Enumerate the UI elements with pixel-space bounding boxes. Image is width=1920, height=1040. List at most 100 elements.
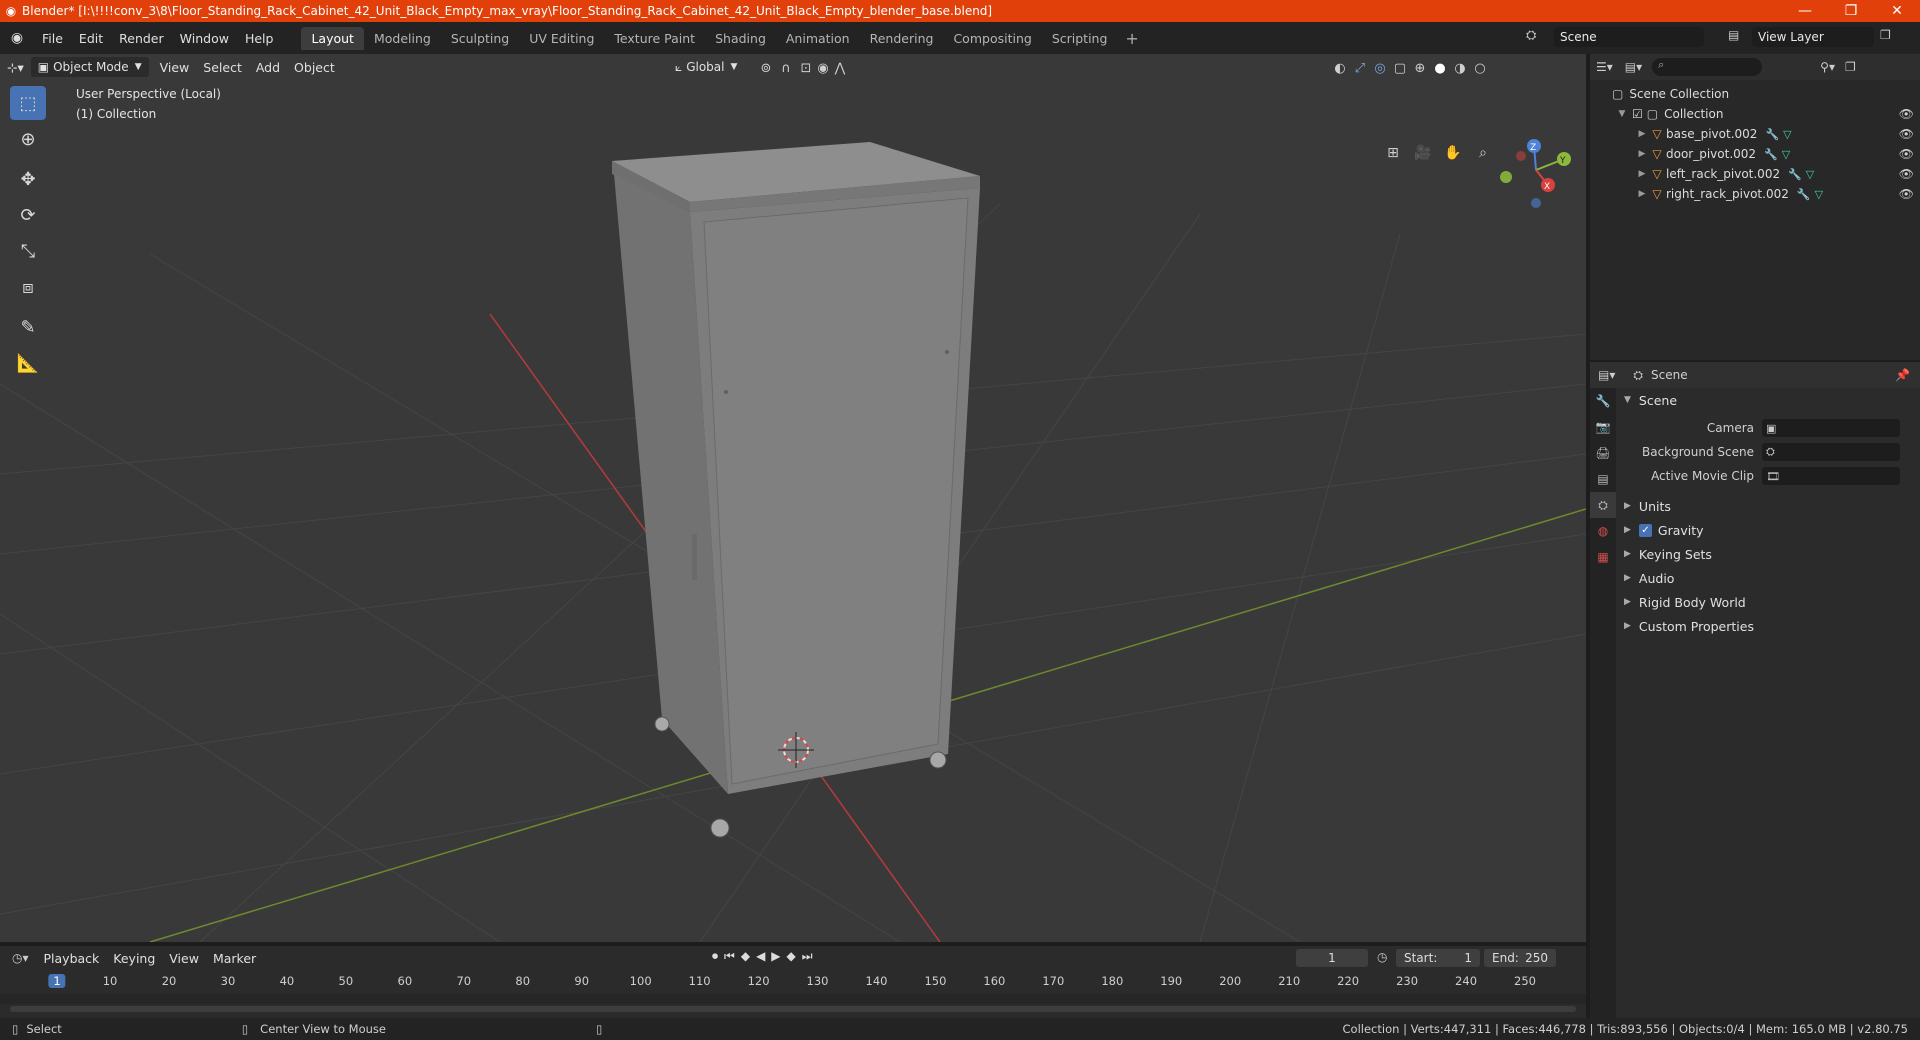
checkbox-icon[interactable]: ☑ — [1632, 107, 1643, 121]
menu-render[interactable]: Render — [111, 31, 172, 46]
zoom-icon[interactable]: ⌕ — [1470, 140, 1496, 166]
minimize-button[interactable]: — — [1782, 3, 1828, 19]
pan-hand-icon[interactable]: ✋ — [1440, 140, 1466, 166]
outliner-object-row[interactable]: ▶ ▽ right_rack_pivot.002 🔧 ▽ 👁 — [1590, 184, 1920, 204]
menu-edit[interactable]: Edit — [71, 31, 111, 46]
menu-add[interactable]: Add — [249, 60, 287, 75]
scene-icon[interactable]: ⛭ — [1526, 28, 1536, 43]
menu-help[interactable]: Help — [237, 31, 282, 46]
scale-tool-icon[interactable]: ⤡ — [10, 234, 46, 268]
active-movie-clip-field[interactable]: 🎞 — [1762, 467, 1900, 485]
current-frame-field[interactable]: 1 — [1296, 949, 1368, 967]
modifier-wrench-icon[interactable]: 🔧 — [1788, 168, 1802, 181]
camera-view-icon[interactable]: 🎥 — [1410, 140, 1436, 166]
tab-sculpting[interactable]: Sculpting — [441, 27, 519, 50]
output-props-tab-icon[interactable]: 🖨 — [1590, 440, 1616, 466]
tab-uv-editing[interactable]: UV Editing — [519, 27, 604, 50]
add-workspace-button[interactable]: + — [1117, 29, 1146, 48]
menu-object[interactable]: Object — [287, 60, 342, 75]
grid-view-icon[interactable]: ⊞ — [1380, 140, 1406, 166]
outliner-scene-collection[interactable]: ▢ Scene Collection — [1590, 84, 1920, 104]
timeline-track[interactable] — [0, 994, 1586, 1004]
timeline-scrollbar[interactable] — [10, 1006, 1576, 1012]
menu-select[interactable]: Select — [196, 60, 249, 75]
gizmo-toggle-icon[interactable]: ⤢ — [1350, 58, 1370, 78]
gravity-checkbox[interactable]: ✓ — [1638, 523, 1652, 537]
material-shading-icon[interactable]: ◑ — [1450, 58, 1470, 78]
cursor-tool-icon[interactable]: ⊕ — [10, 122, 46, 156]
eye-icon[interactable]: 👁 — [1899, 127, 1914, 141]
rendered-shading-icon[interactable]: ○ — [1470, 58, 1490, 78]
tab-shading[interactable]: Shading — [705, 27, 776, 50]
expand-arrow-icon[interactable]: ▶ — [1636, 169, 1648, 179]
mesh-data-icon[interactable]: ▽ — [1783, 128, 1791, 141]
end-frame-field[interactable]: End: 250 — [1484, 949, 1556, 967]
editor-type-icon[interactable]: ⊹▾ — [0, 60, 31, 75]
pin-icon[interactable]: 📌 — [1895, 368, 1910, 382]
wireframe-shading-icon[interactable]: ⊕ — [1410, 58, 1430, 78]
menu-timeline-view[interactable]: View — [162, 951, 206, 966]
solid-shading-icon[interactable]: ● — [1430, 58, 1450, 78]
rigid-body-world-panel[interactable]: ▶ Rigid Body World — [1616, 590, 1920, 614]
start-frame-field[interactable]: Start: 1 — [1396, 949, 1480, 967]
eye-icon[interactable]: 👁 — [1899, 167, 1914, 181]
menu-marker[interactable]: Marker — [206, 951, 263, 966]
view-layer-props-tab-icon[interactable]: ▤ — [1590, 466, 1616, 492]
outliner-editor-icon[interactable]: ☰▾ — [1596, 60, 1613, 74]
render-props-tab-icon[interactable]: 📷 — [1590, 414, 1616, 440]
menu-keying[interactable]: Keying — [106, 951, 162, 966]
3d-viewport[interactable]: Z Y X ⊹▾ ▣ Object Mode ▼ View Select Add… — [0, 54, 1586, 942]
mode-selector[interactable]: ▣ Object Mode ▼ — [30, 57, 149, 77]
tab-scripting[interactable]: Scripting — [1042, 27, 1118, 50]
modifier-wrench-icon[interactable]: 🔧 — [1765, 128, 1779, 141]
tab-compositing[interactable]: Compositing — [943, 27, 1041, 50]
mesh-data-icon[interactable]: ▽ — [1815, 188, 1823, 201]
record-icon[interactable]: ⏺ — [712, 949, 718, 964]
annotate-tool-icon[interactable]: ✎ — [10, 310, 46, 344]
play-icon[interactable]: ▶ — [771, 949, 780, 964]
mesh-data-icon[interactable]: ▽ — [1782, 148, 1790, 161]
display-mode-icon[interactable]: ▤▾ — [1625, 60, 1642, 74]
scene-props-tab-icon[interactable]: ⛭ — [1590, 492, 1616, 518]
view-layer-icon[interactable]: ▤ — [1728, 28, 1739, 42]
audio-panel[interactable]: ▶ Audio — [1616, 566, 1920, 590]
world-props-tab-icon[interactable]: ◍ — [1590, 518, 1616, 544]
outliner-object-row[interactable]: ▶ ▽ left_rack_pivot.002 🔧 ▽ 👁 — [1590, 164, 1920, 184]
modifier-wrench-icon[interactable]: 🔧 — [1764, 148, 1778, 161]
outliner-search-input[interactable]: ⌕ — [1652, 58, 1763, 76]
tab-rendering[interactable]: Rendering — [860, 27, 944, 50]
visibility-icon[interactable]: ◐ — [1330, 58, 1350, 78]
background-scene-field[interactable]: ⛭ — [1762, 443, 1900, 461]
keying-sets-panel[interactable]: ▶ Keying Sets — [1616, 542, 1920, 566]
eye-icon[interactable]: 👁 — [1899, 147, 1914, 161]
expand-arrow-icon[interactable]: ▶ — [1636, 129, 1648, 139]
outliner-object-row[interactable]: ▶ ▽ door_pivot.002 🔧 ▽ 👁 — [1590, 144, 1920, 164]
tab-modeling[interactable]: Modeling — [364, 27, 441, 50]
overlays-icon[interactable]: ◎ — [1370, 58, 1390, 78]
prev-keyframe-icon[interactable]: ◆ — [741, 949, 750, 964]
view-layer-selector[interactable]: View Layer — [1752, 27, 1874, 47]
move-tool-icon[interactable]: ✥ — [10, 162, 46, 196]
navigation-gizmo[interactable]: Z Y X — [1500, 139, 1571, 208]
falloff-icon[interactable]: ⋀ — [830, 58, 850, 78]
texture-props-tab-icon[interactable]: ▦ — [1590, 544, 1616, 570]
gravity-panel[interactable]: ▶ ✓ Gravity — [1616, 518, 1920, 542]
new-view-layer-icon[interactable]: ❐ — [1880, 28, 1891, 42]
jump-start-icon[interactable]: ⏮ — [724, 949, 735, 964]
blender-menu-icon[interactable]: ◉ — [0, 30, 34, 46]
timeline-editor-icon[interactable]: ◷▾ — [12, 951, 29, 965]
filter-icon[interactable]: ⚲▾ — [1820, 60, 1835, 74]
select-box-tool-icon[interactable]: ⬚ — [10, 86, 46, 120]
menu-playback[interactable]: Playback — [37, 951, 107, 966]
expand-arrow-icon[interactable]: ▼ — [1616, 109, 1628, 119]
camera-field[interactable]: ▣ — [1762, 419, 1900, 437]
transform-tool-icon[interactable]: ⧈ — [10, 270, 46, 304]
eye-icon[interactable]: 👁 — [1899, 107, 1914, 121]
outliner-object-row[interactable]: ▶ ▽ base_pivot.002 🔧 ▽ 👁 — [1590, 124, 1920, 144]
timeline-ruler[interactable]: 1 10 20 30 40 50 60 70 80 90 100 110 120 130 140 150 160… — [0, 972, 1586, 992]
snap-target-icon[interactable]: ⊡ — [796, 58, 816, 78]
xray-icon[interactable]: ▢ — [1390, 58, 1410, 78]
menu-window[interactable]: Window — [172, 31, 237, 46]
jump-end-icon[interactable]: ⏭ — [802, 949, 813, 964]
tab-layout[interactable]: Layout — [301, 26, 364, 50]
